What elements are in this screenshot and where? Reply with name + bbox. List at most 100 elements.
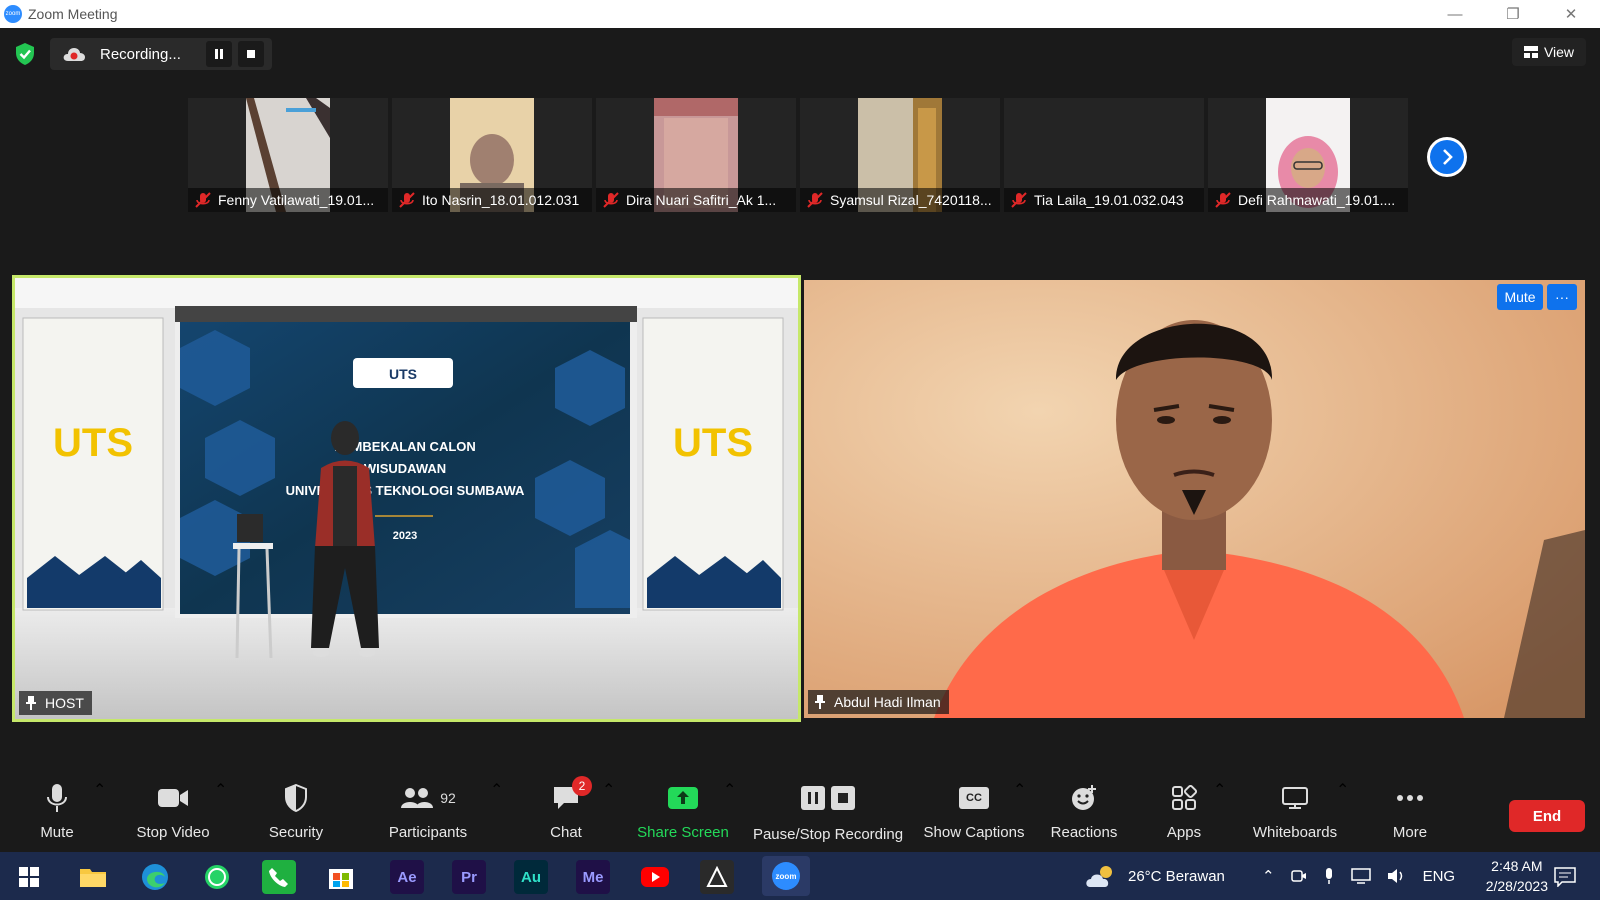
muted-mic-icon — [1215, 192, 1231, 208]
chevron-right-icon — [1443, 149, 1453, 165]
svg-text:2023: 2023 — [393, 530, 417, 542]
windows-taskbar: Ae Pr Au Me zoom 26°C Berawan ⌃ ENG 2:48… — [0, 852, 1600, 900]
media-encoder-icon[interactable]: Me — [576, 860, 610, 894]
mute-options-caret[interactable]: ⌃ — [93, 780, 106, 850]
more-button[interactable]: More — [1388, 780, 1432, 850]
muted-mic-icon — [807, 192, 823, 208]
system-tray: ⌃ ENG — [1262, 852, 1455, 900]
show-captions-button[interactable]: CC Show Captions — [922, 780, 1026, 850]
stop-recording-button[interactable] — [238, 41, 264, 67]
pin-icon — [815, 695, 825, 709]
notifications-icon[interactable] — [1548, 860, 1582, 894]
participant-name-label: Ito Nasrin_18.01.012.031 — [392, 188, 592, 212]
svg-text:WISUDAWAN: WISUDAWAN — [364, 461, 446, 476]
whiteboards-options-caret[interactable]: ⌃ — [1336, 780, 1349, 850]
participants-button[interactable]: 92 Participants — [386, 780, 470, 850]
file-explorer-icon[interactable] — [76, 860, 110, 894]
unity-app-icon[interactable] — [700, 860, 734, 894]
zoom-taskbar-icon[interactable]: zoom — [762, 856, 810, 896]
windows-logo-icon — [19, 867, 39, 887]
captions-options-caret[interactable]: ⌃ — [1013, 780, 1026, 850]
host-name-label: HOST — [19, 691, 92, 715]
microphone-tray-icon[interactable] — [1323, 867, 1335, 885]
participant-thumbnail[interactable]: Ito Nasrin_18.01.012.031 — [392, 98, 592, 212]
pause-stop-recording-button[interactable]: Pause/Stop Recording — [752, 780, 904, 850]
stop-icon — [831, 786, 855, 810]
reactions-button[interactable]: Reactions — [1050, 780, 1118, 850]
mute-participant-button[interactable]: Mute — [1497, 284, 1543, 310]
windows-start-button[interactable] — [12, 860, 46, 894]
chat-options-caret[interactable]: ⌃ — [602, 780, 615, 850]
cloudy-weather-icon — [1086, 866, 1112, 887]
apps-button[interactable]: Apps — [1164, 780, 1204, 850]
security-button[interactable]: Security — [263, 780, 329, 850]
minimize-button[interactable]: — — [1426, 0, 1484, 28]
participant-name-label: Defi Rahmawati_19.01.... — [1208, 188, 1408, 212]
taskbar-clock[interactable]: 2:48 AM 2/28/2023 — [1486, 856, 1548, 896]
pause-recording-button[interactable] — [206, 41, 232, 67]
microsoft-store-icon[interactable] — [324, 860, 358, 894]
participant-video — [804, 280, 1585, 718]
participant-thumbnail[interactable]: Syamsul Rizal_7420118... — [800, 98, 1000, 212]
encryption-shield-icon[interactable] — [14, 42, 36, 66]
language-indicator[interactable]: ENG — [1423, 868, 1456, 885]
muted-mic-icon — [603, 192, 619, 208]
next-page-button[interactable] — [1427, 137, 1467, 177]
participants-icon — [401, 788, 434, 808]
chat-unread-badge: 2 — [572, 776, 592, 796]
whatsapp-icon[interactable] — [200, 860, 234, 894]
participants-options-caret[interactable]: ⌃ — [490, 780, 503, 850]
phone-app-icon[interactable] — [262, 860, 296, 894]
zoom-logo-icon: zoom — [4, 5, 22, 23]
stage-video: UTS UTS UTS PEMBEKALAN CALON WISUDAWAN U… — [15, 278, 798, 719]
video-options-caret[interactable]: ⌃ — [214, 780, 227, 850]
network-icon[interactable] — [1350, 868, 1371, 884]
more-options-button[interactable]: ··· — [1547, 284, 1577, 310]
whiteboards-button[interactable]: Whiteboards — [1250, 780, 1340, 850]
apps-grid-icon — [1172, 785, 1197, 810]
participant-thumbnail[interactable]: Fenny Vatilawati_19.01... — [188, 98, 388, 212]
meet-now-icon[interactable] — [1290, 868, 1307, 884]
shield-icon — [285, 784, 307, 812]
participant-name-label: Syamsul Rizal_7420118... — [800, 188, 1000, 212]
more-dots-icon — [1397, 795, 1423, 801]
svg-text:UTS: UTS — [389, 366, 417, 382]
participant-thumbnail[interactable]: Tia Laila_19.01.032.043 — [1004, 98, 1204, 212]
stop-icon — [247, 50, 255, 58]
grid-view-icon — [1523, 46, 1538, 58]
apps-options-caret[interactable]: ⌃ — [1213, 780, 1226, 850]
view-button[interactable]: View — [1512, 38, 1586, 66]
share-options-caret[interactable]: ⌃ — [723, 780, 736, 850]
share-screen-button[interactable]: Share Screen — [637, 780, 729, 850]
mute-button[interactable]: Mute — [34, 780, 80, 850]
weather-widget[interactable]: 26°C Berawan — [1084, 852, 1225, 900]
meeting-top-bar: Recording... View — [0, 28, 1600, 80]
participant-name-label: Abdul Hadi Ilman — [808, 690, 949, 714]
participant-thumbnail-strip: Fenny Vatilawati_19.01... Ito Nasrin_18.… — [188, 98, 1408, 212]
chevron-up-icon[interactable]: ⌃ — [1262, 867, 1275, 885]
uts-logo-left: UTS — [53, 421, 133, 465]
volume-icon[interactable] — [1387, 868, 1407, 884]
premiere-pro-icon[interactable]: Pr — [452, 860, 486, 894]
youtube-icon[interactable] — [638, 860, 672, 894]
chat-button[interactable]: 2 Chat — [550, 776, 592, 850]
edge-browser-icon[interactable] — [138, 860, 172, 894]
end-meeting-button[interactable]: End — [1509, 800, 1585, 832]
pin-icon — [26, 696, 36, 710]
meeting-toolbar: Mute ⌃ Stop Video ⌃ Security 92 Particip… — [0, 776, 1600, 850]
restore-button[interactable]: ❐ — [1484, 0, 1542, 28]
host-video-tile[interactable]: UTS UTS UTS PEMBEKALAN CALON WISUDAWAN U… — [12, 275, 801, 722]
audition-icon[interactable]: Au — [514, 860, 548, 894]
after-effects-icon[interactable]: Ae — [390, 860, 424, 894]
participant-thumbnail[interactable]: Defi Rahmawati_19.01.... — [1208, 98, 1408, 212]
muted-mic-icon — [1011, 192, 1027, 208]
cloud-recording-icon — [63, 48, 85, 61]
muted-mic-icon — [399, 192, 415, 208]
participant-name-label: Tia Laila_19.01.032.043 — [1004, 188, 1204, 212]
participants-count: 92 — [440, 790, 456, 806]
participant-video-tile[interactable]: Mute ··· Abdul Hadi Ilman — [804, 280, 1585, 718]
close-button[interactable]: ✕ — [1542, 0, 1600, 28]
participant-thumbnail[interactable]: Dira Nuari Safitri_Ak 1... — [596, 98, 796, 212]
recording-indicator: Recording... — [50, 38, 272, 70]
stop-video-button[interactable]: Stop Video — [132, 780, 214, 850]
